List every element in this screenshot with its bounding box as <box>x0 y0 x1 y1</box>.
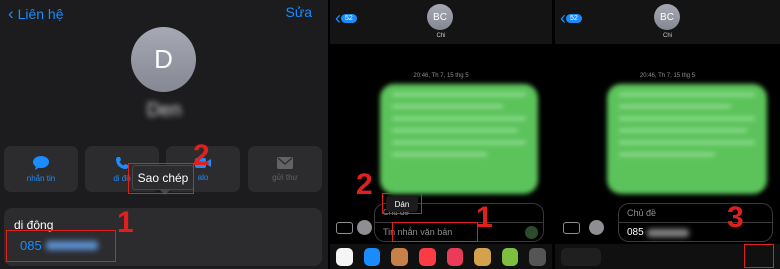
step-number-3: 3 <box>727 201 744 234</box>
app-dock <box>330 244 552 269</box>
mail-action-button[interactable]: gửi thư <box>248 146 322 192</box>
phone-icon <box>116 156 128 169</box>
unread-badge: 52 <box>341 14 357 23</box>
music-icon[interactable] <box>418 248 436 266</box>
camera-icon[interactable] <box>563 222 580 234</box>
step-number-1: 1 <box>476 201 493 234</box>
back-button[interactable]: ‹ 52 <box>335 8 357 29</box>
contact-avatar[interactable]: BC <box>654 4 680 30</box>
memoji-icon[interactable] <box>391 248 408 266</box>
step-number-1: 1 <box>117 206 134 239</box>
annotation-box-send <box>744 244 774 268</box>
app-store-icon[interactable] <box>363 248 381 266</box>
mail-action-label: gửi thư <box>272 172 298 182</box>
annotation-box-number <box>6 230 116 262</box>
compose-divider <box>619 222 772 223</box>
unread-badge: 52 <box>566 14 582 23</box>
edit-button[interactable]: Sửa <box>286 4 313 20</box>
mail-icon <box>277 156 293 169</box>
annotation-box-copy <box>128 163 194 194</box>
back-label: Liên hệ <box>17 6 64 22</box>
app-store-icon[interactable] <box>357 220 372 235</box>
back-button[interactable]: ‹ 52 <box>560 8 582 29</box>
photos-icon[interactable] <box>336 248 353 266</box>
step-number-2: 2 <box>356 168 373 201</box>
avatar-initials: BC <box>433 11 447 23</box>
message-action-button[interactable]: nhắn tin <box>4 146 78 192</box>
messages-panel-paste: ‹ 52 BC Chi 20:46, Th 7, 15 thg 5 Chủ đề… <box>330 0 552 269</box>
message-text-value: 085 <box>627 227 644 238</box>
contact-name[interactable]: Chi <box>555 33 780 39</box>
message-text-field[interactable]: 085 <box>627 227 689 238</box>
send-button[interactable] <box>525 226 538 239</box>
message-compose-box[interactable]: Chủ đề 085 <box>618 203 773 242</box>
message-timestamp: 20:46, Th 7, 15 thg 5 <box>413 73 469 79</box>
contact-avatar: D <box>131 27 196 92</box>
message-bubble[interactable] <box>380 84 538 194</box>
video-action-label: alo <box>197 172 209 182</box>
annotation-box-textfield <box>392 222 478 242</box>
message-icon <box>33 155 49 170</box>
step-number-2: 2 <box>193 139 210 172</box>
chevron-left-icon: ‹ <box>8 4 14 23</box>
more-apps-icon[interactable] <box>529 248 546 266</box>
contact-name: Den <box>146 100 182 121</box>
contact-avatar[interactable]: BC <box>427 4 453 30</box>
avatar-letter: D <box>154 44 173 74</box>
message-timestamp: 20:46, Th 7, 15 thg 5 <box>639 73 696 79</box>
dock-bar <box>561 248 601 266</box>
app-store-icon[interactable] <box>589 220 604 235</box>
messages-panel-send: ‹ 52 BC Chi 20:46, Th 7, 15 thg 5 Chủ đề… <box>555 0 780 269</box>
avatar-initials: BC <box>660 11 674 23</box>
camera-icon[interactable] <box>336 222 353 234</box>
back-button[interactable]: ‹ Liên hệ <box>8 4 64 24</box>
contact-panel: ‹ Liên hệ Sửa D Den nhắn tin di độ alo g… <box>0 0 328 269</box>
heart-icon[interactable] <box>446 248 464 266</box>
game-icon[interactable] <box>474 248 491 266</box>
subject-field[interactable]: Chủ đề <box>627 208 656 218</box>
annotation-box-paste <box>382 193 422 214</box>
contact-name[interactable]: Chi <box>330 33 552 39</box>
duolingo-icon[interactable] <box>501 248 519 266</box>
number-redacted <box>646 228 689 237</box>
message-bubble[interactable] <box>607 84 767 194</box>
message-action-label: nhắn tin <box>26 173 56 183</box>
